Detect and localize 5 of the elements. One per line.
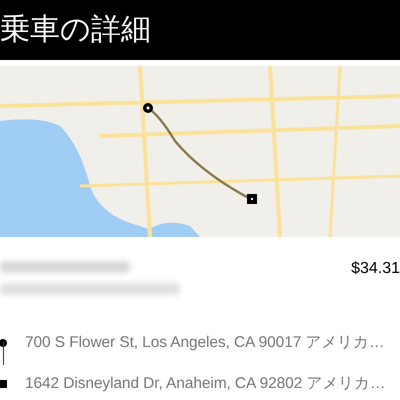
address-text: 1642 Disneyland Dr, Anaheim, CA 92802 アメリカ… <box>25 374 386 394</box>
square-icon <box>0 380 7 388</box>
address-text: 700 S Flower St, Los Angeles, CA 90017 アメリカ… <box>25 333 384 353</box>
fare-amount: $34.31 <box>351 259 400 279</box>
page-title: 乗車の詳細 <box>0 15 151 45</box>
